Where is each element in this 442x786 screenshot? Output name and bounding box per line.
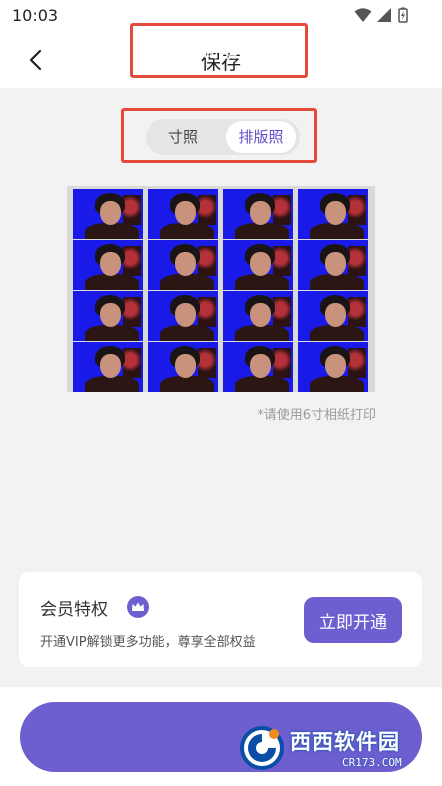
tab-size-photo[interactable]: 寸照 <box>146 119 220 155</box>
signal-icon <box>377 8 391 22</box>
watermark-logo-icon <box>240 726 284 770</box>
id-photo-thumbnail <box>148 342 218 392</box>
id-photo-thumbnail <box>298 291 368 341</box>
id-photo-thumbnail <box>298 189 368 239</box>
id-photo-thumbnail <box>148 240 218 290</box>
id-photo-thumbnail <box>223 342 293 392</box>
id-photo-thumbnail <box>73 189 143 239</box>
photo-type-switch: 寸照 排版照 <box>146 119 300 155</box>
layout-photo-sheet <box>67 186 375 392</box>
member-privilege-card: 会员特权 开通VIP解锁更多功能，尊享全部权益 立即开通 <box>19 572 422 667</box>
open-vip-button[interactable]: 立即开通 <box>304 597 402 643</box>
member-title: 会员特权 <box>40 600 108 620</box>
id-photo-thumbnail <box>298 240 368 290</box>
save-screen: 10:03 保存 寸照 排版照 *请使用6寸相纸打印 会员特权 开通VIP解锁更… <box>0 0 442 786</box>
id-photo-thumbnail <box>148 291 218 341</box>
watermark: 西西软件园 CR173.COM <box>238 712 442 786</box>
id-photo-thumbnail <box>73 342 143 392</box>
export-button-label: 导出高清照片 <box>130 23 308 78</box>
watermark-brand: 西西软件园 <box>290 730 400 754</box>
id-photo-thumbnail <box>223 291 293 341</box>
id-photo-thumbnail <box>223 189 293 239</box>
member-description: 开通VIP解锁更多功能，尊享全部权益 <box>40 635 256 650</box>
id-photo-thumbnail <box>223 240 293 290</box>
photo-type-switch-highlight: 寸照 排版照 <box>121 108 317 163</box>
battery-icon <box>398 7 408 23</box>
status-time: 10:03 <box>12 6 59 25</box>
id-photo-thumbnail <box>73 240 143 290</box>
wifi-icon <box>354 8 372 22</box>
status-icons <box>354 7 412 23</box>
id-photo-thumbnail <box>73 291 143 341</box>
crown-icon <box>127 596 149 618</box>
id-photo-thumbnail <box>148 189 218 239</box>
id-photo-thumbnail <box>298 342 368 392</box>
print-hint: *请使用6寸相纸打印 <box>257 408 376 423</box>
tab-layout-photo[interactable]: 排版照 <box>226 121 296 153</box>
watermark-domain: CR173.COM <box>342 756 402 769</box>
